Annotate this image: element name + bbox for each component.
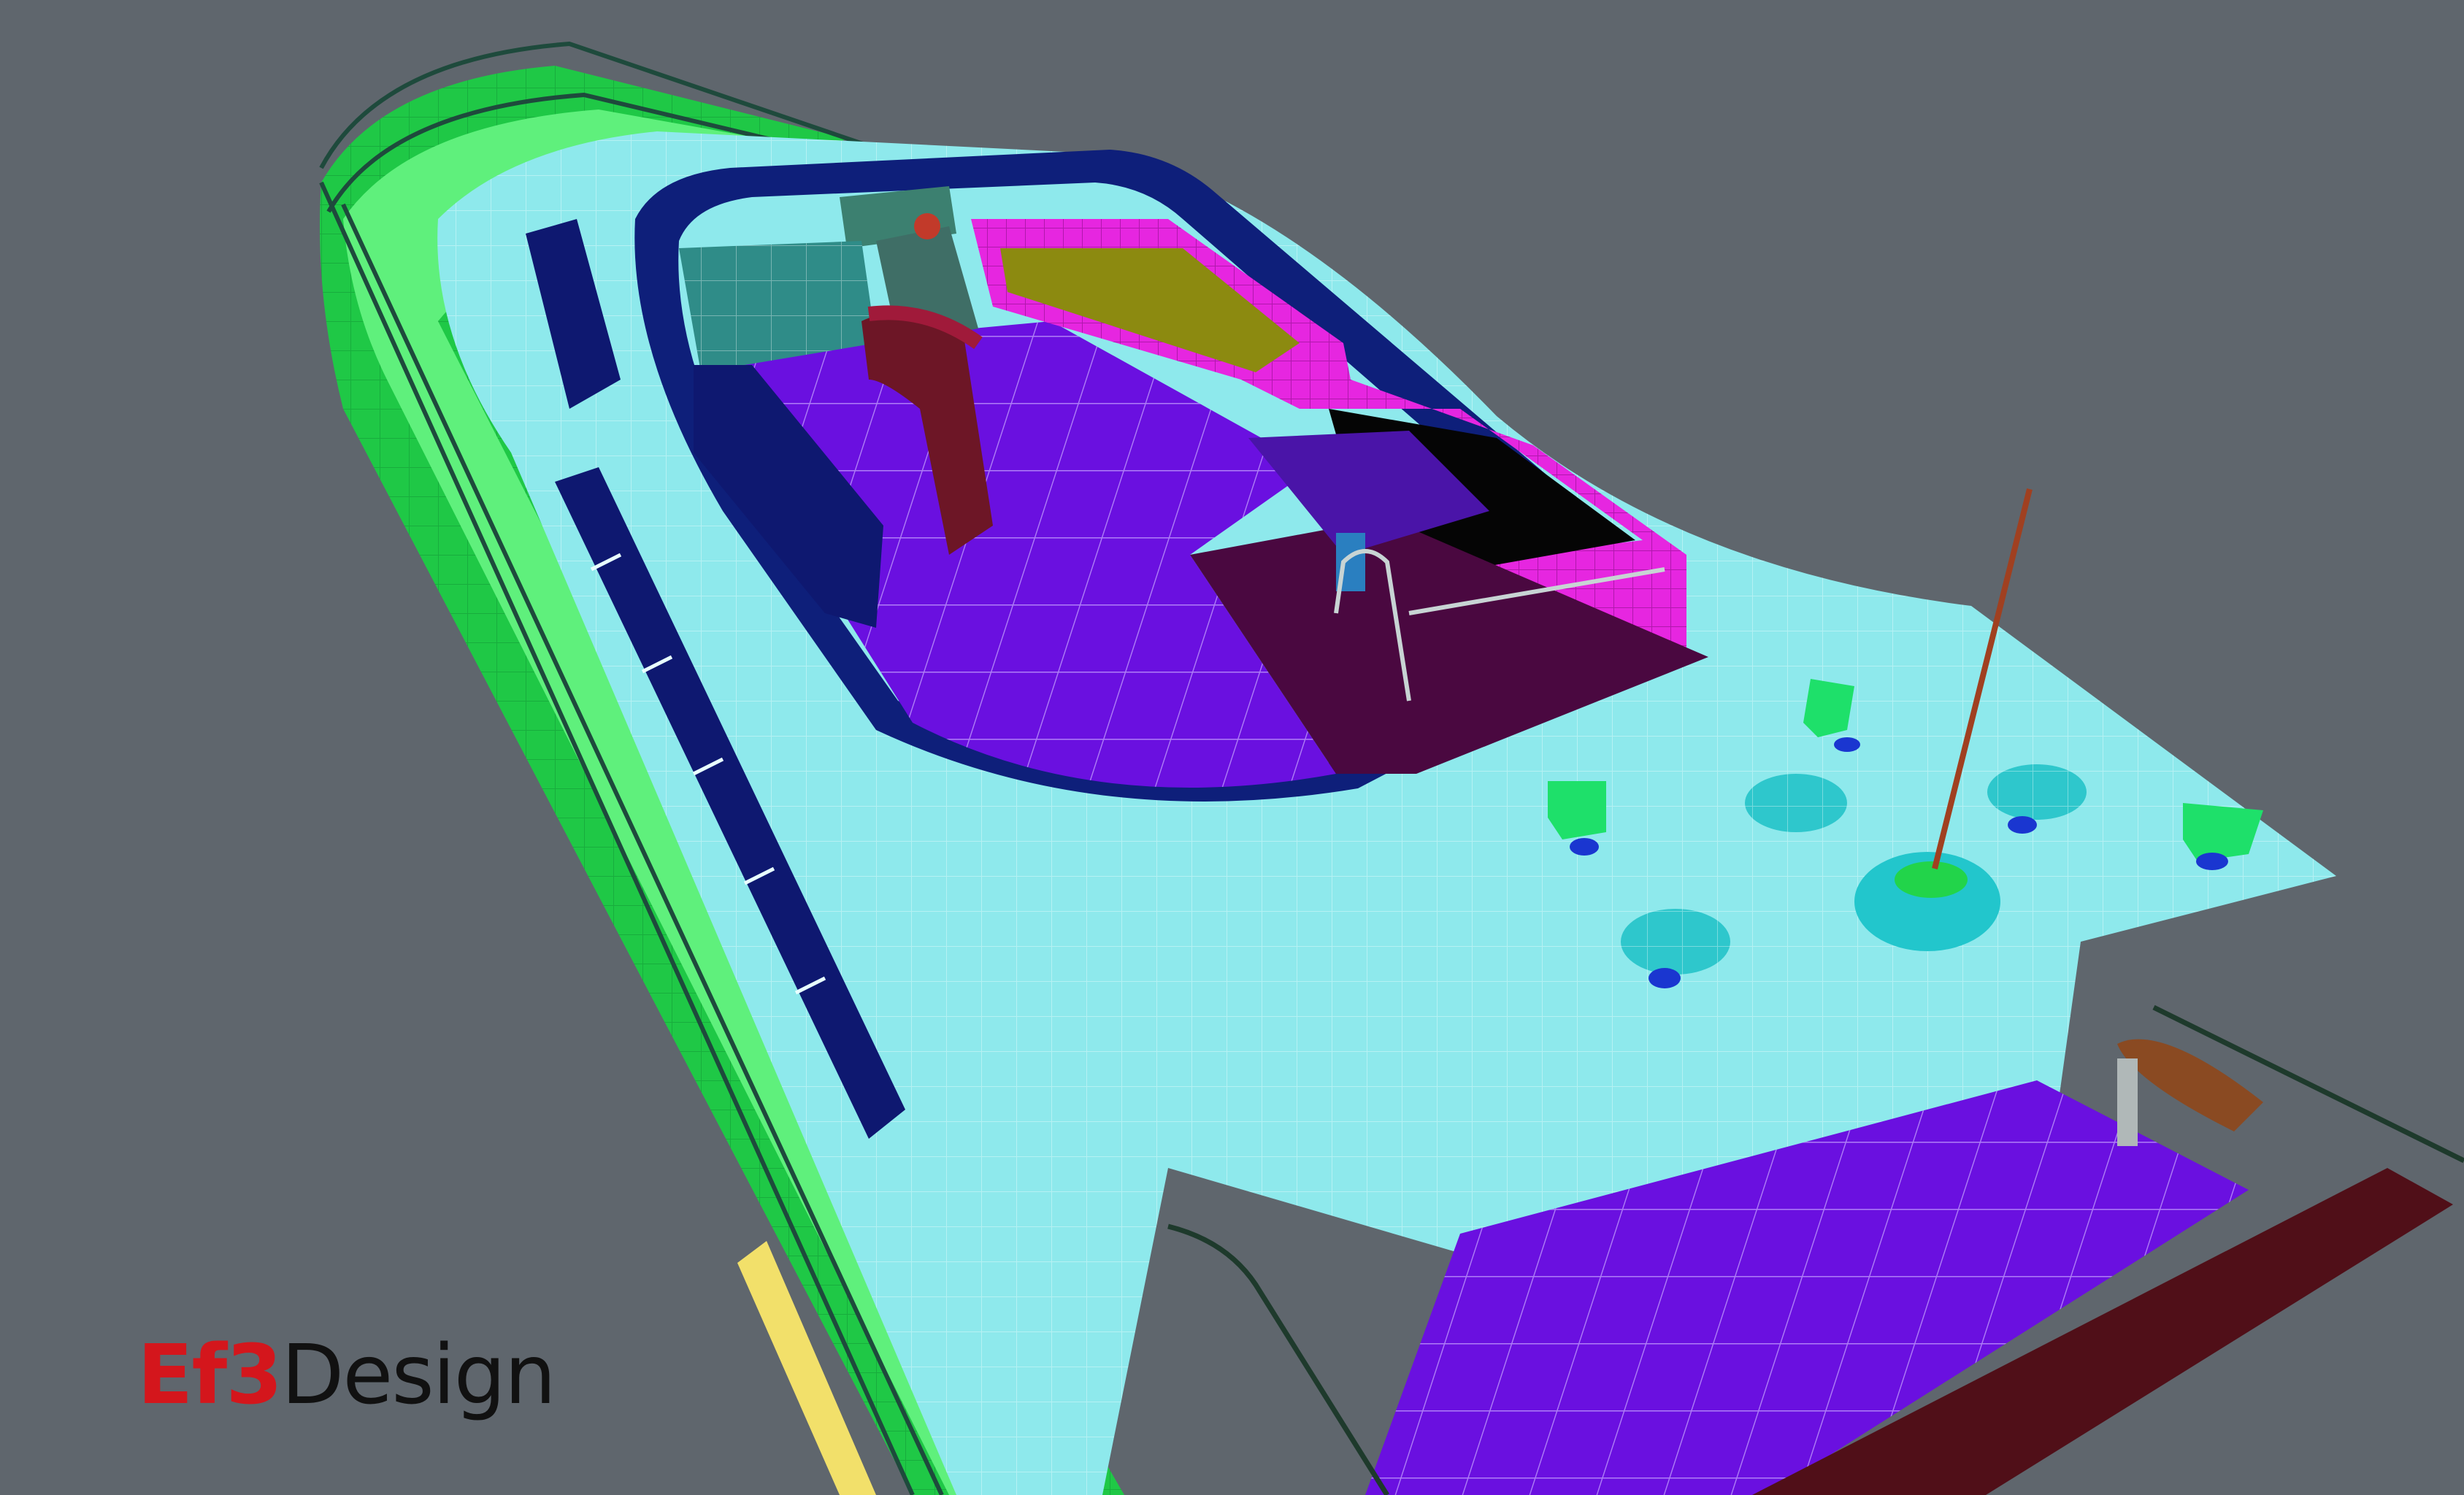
logo-word: Design: [281, 1328, 556, 1423]
ef3design-logo: Ef3Design: [137, 1334, 556, 1416]
logo-brand: Ef3: [137, 1328, 283, 1423]
yacht-3d-model-render: [319, 41, 2464, 1495]
round-side-table: [1745, 774, 1847, 832]
bar-table: [2117, 1039, 2263, 1146]
